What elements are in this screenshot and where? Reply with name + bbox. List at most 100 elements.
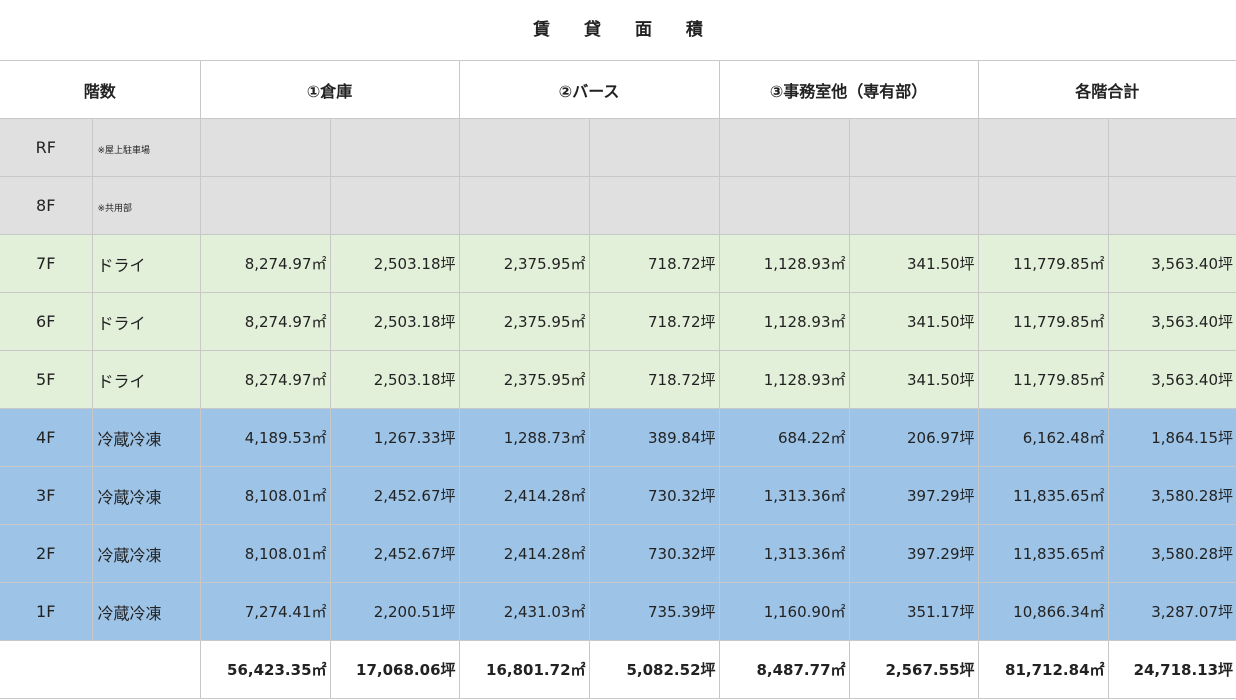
floor-cell: 8F bbox=[0, 176, 93, 235]
total-sqm-cell: 56,423.35㎡ bbox=[199, 640, 331, 699]
use-label: 冷蔵冷凍 bbox=[97, 545, 162, 565]
total-sqm-cell: 81,712.84㎡ bbox=[977, 640, 1109, 699]
floor-cell: 4F bbox=[0, 408, 93, 467]
area-sqm-cell bbox=[718, 118, 850, 177]
area-tsubo-cell: 3,563.40坪 bbox=[1107, 350, 1236, 409]
area-tsubo-cell bbox=[1107, 118, 1236, 177]
header-berth: ②バース bbox=[458, 60, 720, 119]
floor-cell: RF bbox=[0, 118, 93, 177]
area-tsubo-cell: 3,580.28坪 bbox=[1107, 524, 1236, 583]
area-tsubo-cell: 2,452.67坪 bbox=[329, 524, 460, 583]
area-sqm-cell: 8,274.97㎡ bbox=[199, 350, 331, 409]
total-tsubo-cell: 17,068.06坪 bbox=[329, 640, 460, 699]
table-row: 4F 冷蔵冷凍 4,189.53㎡ 1,267.33坪 1,288.73㎡ 389.84坪… bbox=[0, 408, 1236, 467]
use-note: ※屋上駐車場 bbox=[97, 146, 151, 156]
area-tsubo-cell: 735.39坪 bbox=[588, 582, 720, 641]
area-sqm-cell: 11,835.65㎡ bbox=[977, 524, 1109, 583]
area-sqm-cell: 1,128.93㎡ bbox=[718, 350, 850, 409]
area-tsubo-cell: 3,563.40坪 bbox=[1107, 292, 1236, 351]
area-tsubo-cell: 730.32坪 bbox=[588, 466, 720, 525]
header-row: 階数 ①倉庫 ②バース ③事務室他（専有部） 各階合計 bbox=[0, 60, 1236, 119]
area-tsubo-cell: 341.50坪 bbox=[848, 234, 979, 293]
use-cell: ドライ bbox=[91, 234, 201, 293]
use-label: 冷蔵冷凍 bbox=[97, 603, 162, 623]
use-label: ドライ bbox=[97, 255, 146, 275]
area-tsubo-cell: 341.50坪 bbox=[848, 350, 979, 409]
floor-cell: 1F bbox=[0, 582, 93, 641]
use-cell: ドライ bbox=[91, 350, 201, 409]
area-sqm-cell: 11,779.85㎡ bbox=[977, 350, 1109, 409]
area-sqm-cell: 2,375.95㎡ bbox=[458, 350, 590, 409]
area-sqm-cell: 10,866.34㎡ bbox=[977, 582, 1109, 641]
area-sqm-cell: 1,160.90㎡ bbox=[718, 582, 850, 641]
total-sqm-cell: 16,801.72㎡ bbox=[458, 640, 590, 699]
area-tsubo-cell: 3,563.40坪 bbox=[1107, 234, 1236, 293]
floor-cell: 2F bbox=[0, 524, 93, 583]
use-cell: ※屋上駐車場 bbox=[91, 118, 201, 177]
header-office: ③事務室他（専有部） bbox=[718, 60, 979, 119]
area-tsubo-cell bbox=[329, 118, 460, 177]
area-tsubo-cell: 3,287.07坪 bbox=[1107, 582, 1236, 641]
floor-cell: 3F bbox=[0, 466, 93, 525]
area-sqm-cell: 2,431.03㎡ bbox=[458, 582, 590, 641]
total-tsubo-cell: 24,718.13坪 bbox=[1107, 640, 1236, 699]
area-sqm-cell: 11,779.85㎡ bbox=[977, 234, 1109, 293]
area-sqm-cell: 1,128.93㎡ bbox=[718, 234, 850, 293]
use-cell: 冷蔵冷凍 bbox=[91, 466, 201, 525]
area-tsubo-cell: 1,267.33坪 bbox=[329, 408, 460, 467]
total-tsubo-cell: 5,082.52坪 bbox=[588, 640, 720, 699]
total-tsubo-cell: 2,567.55坪 bbox=[848, 640, 979, 699]
area-sqm-cell: 7,274.41㎡ bbox=[199, 582, 331, 641]
header-total: 各階合計 bbox=[977, 60, 1236, 119]
area-tsubo-cell: 351.17坪 bbox=[848, 582, 979, 641]
area-sqm-cell: 8,274.97㎡ bbox=[199, 292, 331, 351]
area-tsubo-cell bbox=[848, 176, 979, 235]
area-tsubo-cell: 2,503.18坪 bbox=[329, 234, 460, 293]
area-sqm-cell: 2,414.28㎡ bbox=[458, 466, 590, 525]
area-tsubo-cell: 718.72坪 bbox=[588, 292, 720, 351]
area-sqm-cell bbox=[458, 118, 590, 177]
use-label: 冷蔵冷凍 bbox=[97, 429, 162, 449]
use-label: 冷蔵冷凍 bbox=[97, 487, 162, 507]
totals-row: 56,423.35㎡ 17,068.06坪 16,801.72㎡ 5,082.52坪 8… bbox=[0, 640, 1236, 699]
area-sqm-cell: 8,108.01㎡ bbox=[199, 524, 331, 583]
table-row: 7F ドライ 8,274.97㎡ 2,503.18坪 2,375.95㎡ 718.72坪 1… bbox=[0, 234, 1236, 293]
use-label: ドライ bbox=[97, 313, 146, 333]
area-tsubo-cell: 397.29坪 bbox=[848, 466, 979, 525]
use-cell: 冷蔵冷凍 bbox=[91, 582, 201, 641]
header-floors: 階数 bbox=[0, 60, 201, 119]
area-tsubo-cell: 206.97坪 bbox=[848, 408, 979, 467]
header-warehouse: ①倉庫 bbox=[199, 60, 460, 119]
area-tsubo-cell bbox=[588, 118, 720, 177]
area-sqm-cell bbox=[977, 118, 1109, 177]
area-sqm-cell bbox=[199, 118, 331, 177]
floor-cell: 7F bbox=[0, 234, 93, 293]
area-tsubo-cell: 3,580.28坪 bbox=[1107, 466, 1236, 525]
total-sqm-cell: 8,487.77㎡ bbox=[718, 640, 850, 699]
area-tsubo-cell bbox=[329, 176, 460, 235]
area-tsubo-cell: 2,452.67坪 bbox=[329, 466, 460, 525]
area-tsubo-cell: 730.32坪 bbox=[588, 524, 720, 583]
area-sqm-cell: 11,835.65㎡ bbox=[977, 466, 1109, 525]
area-sqm-cell: 8,108.01㎡ bbox=[199, 466, 331, 525]
table-row: 2F 冷蔵冷凍 8,108.01㎡ 2,452.67坪 2,414.28㎡ 730.32坪… bbox=[0, 524, 1236, 583]
area-sqm-cell: 1,313.36㎡ bbox=[718, 524, 850, 583]
area-tsubo-cell bbox=[848, 118, 979, 177]
area-tsubo-cell: 397.29坪 bbox=[848, 524, 979, 583]
area-sqm-cell: 684.22㎡ bbox=[718, 408, 850, 467]
area-sqm-cell bbox=[458, 176, 590, 235]
area-sqm-cell: 2,375.95㎡ bbox=[458, 234, 590, 293]
floor-cell: 5F bbox=[0, 350, 93, 409]
area-sqm-cell: 6,162.48㎡ bbox=[977, 408, 1109, 467]
area-tsubo-cell: 2,503.18坪 bbox=[329, 350, 460, 409]
area-sqm-cell: 2,414.28㎡ bbox=[458, 524, 590, 583]
rental-area-table: 階数 ①倉庫 ②バース ③事務室他（専有部） 各階合計 RF ※屋上駐車場 8F ※共… bbox=[0, 60, 1236, 699]
area-sqm-cell: 4,189.53㎡ bbox=[199, 408, 331, 467]
area-tsubo-cell: 389.84坪 bbox=[588, 408, 720, 467]
area-sqm-cell: 1,313.36㎡ bbox=[718, 466, 850, 525]
area-sqm-cell: 1,288.73㎡ bbox=[458, 408, 590, 467]
area-sqm-cell: 2,375.95㎡ bbox=[458, 292, 590, 351]
totals-label-cell bbox=[0, 640, 201, 699]
use-cell: ※共用部 bbox=[91, 176, 201, 235]
use-label: ドライ bbox=[97, 371, 146, 391]
